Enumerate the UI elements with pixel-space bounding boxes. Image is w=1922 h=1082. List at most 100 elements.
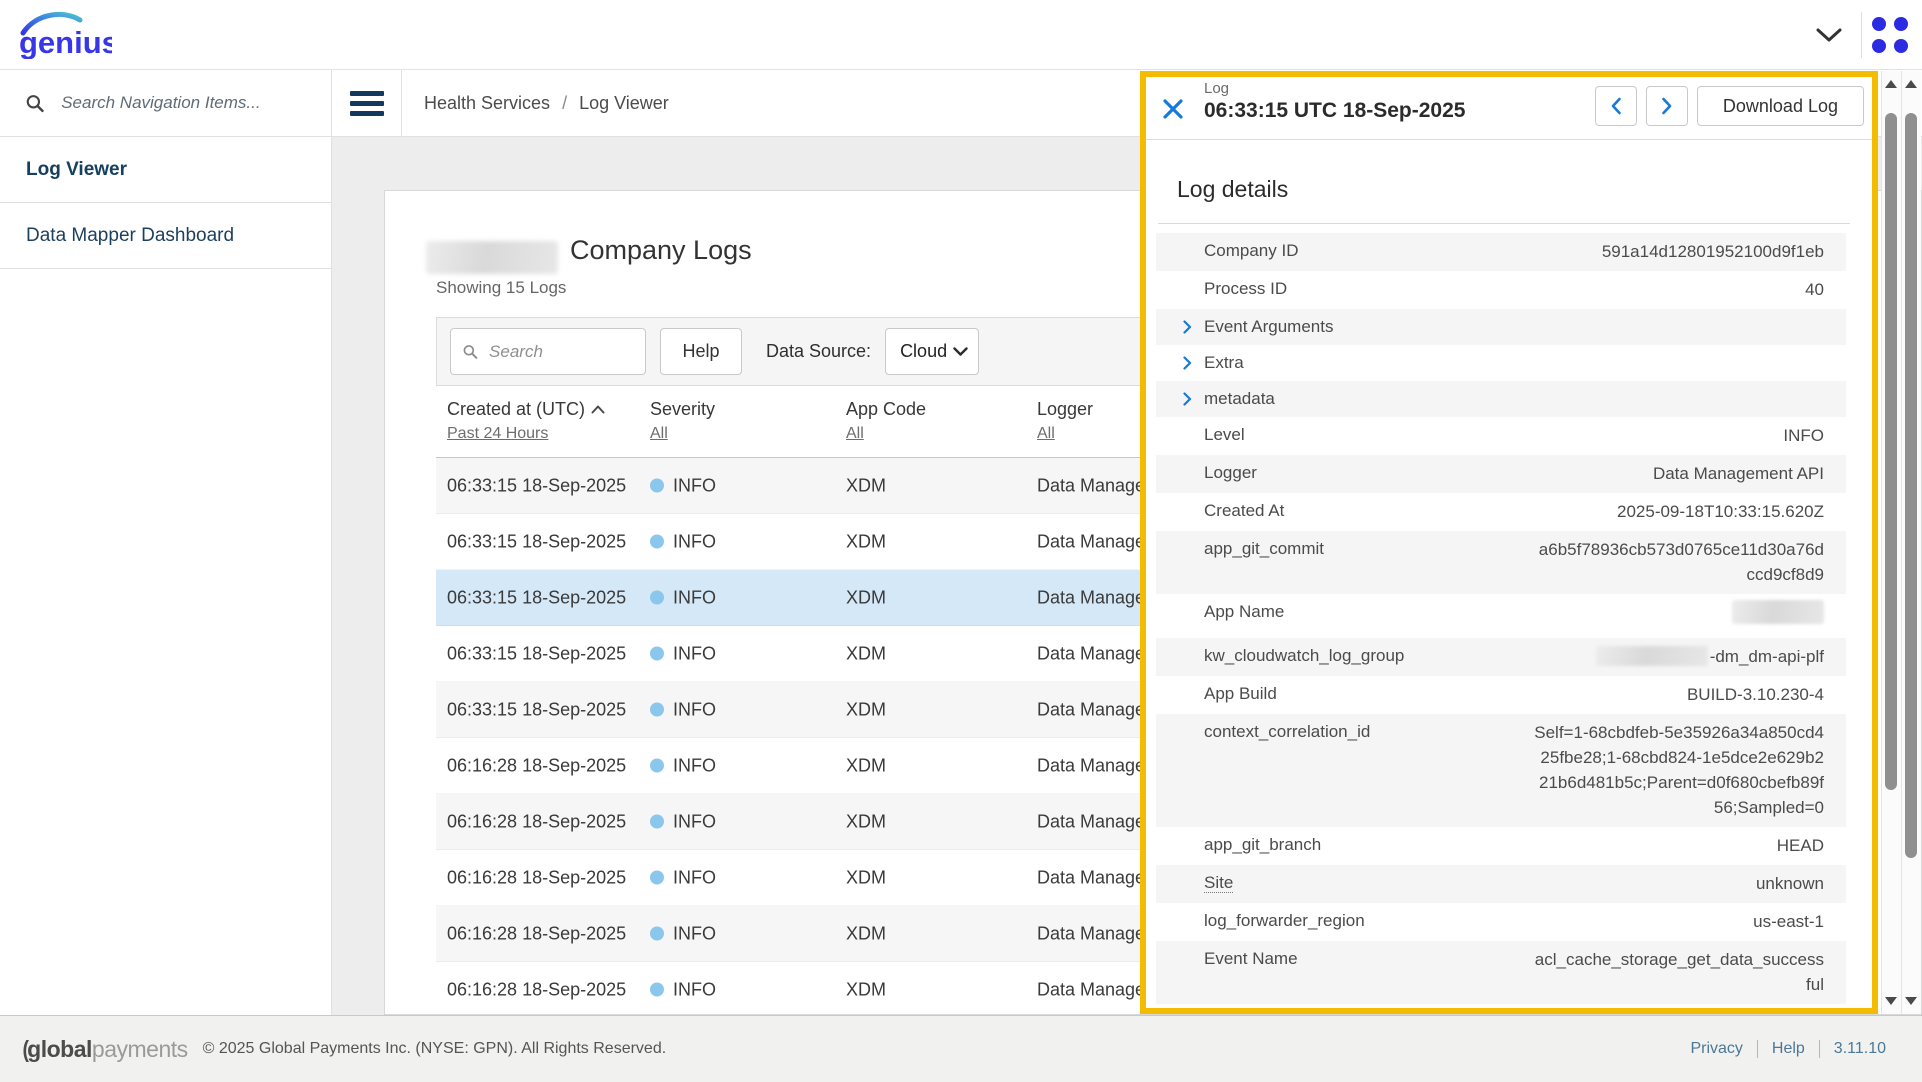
search-icon bbox=[26, 93, 44, 114]
log-details-heading: Log details bbox=[1177, 176, 1288, 203]
panel-title: 06:33:15 UTC 18-Sep-2025 bbox=[1204, 99, 1465, 123]
field-event-message: Event Message acl_cache_storage_get_data… bbox=[1156, 1004, 1846, 1014]
chevron-right-icon bbox=[1661, 97, 1673, 115]
severity-info-dot bbox=[650, 815, 664, 829]
sidebar-item-log-viewer[interactable]: Log Viewer bbox=[0, 137, 331, 203]
scroll-down-arrow-icon[interactable] bbox=[1885, 997, 1897, 1005]
severity-info-dot bbox=[650, 535, 664, 549]
breadcrumb-log-viewer: Log Viewer bbox=[579, 93, 669, 114]
nav-search-input[interactable] bbox=[59, 92, 305, 114]
field-context-correlation-id: context_correlation_id Self=1-68cbdfeb-5… bbox=[1156, 714, 1846, 827]
footer-links: Privacy Help 3.11.10 bbox=[1676, 1040, 1900, 1058]
severity-info-dot bbox=[650, 479, 664, 493]
download-log-button[interactable]: Download Log bbox=[1697, 86, 1864, 126]
help-link[interactable]: Help bbox=[1757, 1040, 1819, 1058]
site-tooltip-label[interactable]: Site bbox=[1204, 873, 1233, 893]
filter-logger[interactable]: All bbox=[1037, 425, 1055, 443]
data-source-value: Cloud bbox=[900, 341, 947, 362]
panel-title-block: Log 06:33:15 UTC 18-Sep-2025 bbox=[1204, 80, 1465, 123]
column-logger: Logger All bbox=[1037, 399, 1093, 443]
chevron-down-icon bbox=[1815, 27, 1843, 43]
scroll-down-arrow-icon[interactable] bbox=[1905, 997, 1917, 1005]
top-bar: genius bbox=[0, 0, 1922, 70]
scrollbar-thumb[interactable] bbox=[1885, 113, 1897, 790]
data-source-select[interactable]: Cloud bbox=[885, 328, 979, 375]
topbar-actions bbox=[1807, 0, 1908, 70]
logs-search-input[interactable] bbox=[487, 341, 633, 363]
log-detail-fields: Company ID 591a14d12801952100d9f1eb Proc… bbox=[1156, 233, 1846, 1014]
section-divider bbox=[1158, 223, 1850, 224]
footer: ( global payments © 2025 Global Payments… bbox=[0, 1015, 1922, 1082]
panel-eyebrow: Log bbox=[1204, 80, 1465, 97]
scrollbar-thumb[interactable] bbox=[1905, 113, 1917, 858]
data-source-label: Data Source: bbox=[766, 341, 871, 362]
field-process-id: Process ID 40 bbox=[1156, 271, 1846, 309]
scroll-up-arrow-icon[interactable] bbox=[1905, 80, 1917, 88]
severity-info-dot bbox=[650, 871, 664, 885]
panel-actions: Download Log bbox=[1595, 86, 1864, 126]
sidebar-item-data-mapper-dashboard[interactable]: Data Mapper Dashboard bbox=[0, 203, 331, 269]
redacted-app-name bbox=[1732, 600, 1824, 624]
chevron-right-icon bbox=[1183, 320, 1192, 339]
panel-header: Log 06:33:15 UTC 18-Sep-2025 Download Lo… bbox=[1146, 77, 1872, 140]
app-launcher-icon[interactable] bbox=[1872, 17, 1908, 53]
close-icon bbox=[1162, 98, 1184, 120]
previous-log-button[interactable] bbox=[1595, 86, 1637, 126]
logs-count-label: Showing 15 Logs bbox=[436, 278, 566, 298]
sidebar-search bbox=[0, 70, 331, 137]
field-app-build: App Build BUILD-3.10.230-4 bbox=[1156, 676, 1846, 714]
close-panel-button[interactable] bbox=[1160, 96, 1186, 122]
scroll-up-arrow-icon[interactable] bbox=[1885, 80, 1897, 88]
breadcrumb-separator: / bbox=[562, 93, 567, 114]
account-menu-button[interactable] bbox=[1807, 13, 1851, 57]
panel-scrollbar[interactable] bbox=[1881, 71, 1901, 1014]
severity-info-dot bbox=[650, 927, 664, 941]
column-created-at: Created at (UTC) Past 24 Hours bbox=[447, 399, 605, 443]
next-log-button[interactable] bbox=[1646, 86, 1688, 126]
logo-mark: ( bbox=[23, 1036, 29, 1063]
page-scrollbar[interactable] bbox=[1901, 71, 1921, 1014]
severity-info-dot bbox=[650, 983, 664, 997]
sidebar-item-label: Log Viewer bbox=[26, 159, 127, 181]
expand-event-arguments[interactable]: Event Arguments bbox=[1156, 309, 1846, 345]
breadcrumb: Health Services / Log Viewer bbox=[402, 70, 669, 136]
field-app-name: App Name bbox=[1156, 594, 1846, 638]
column-severity: Severity All bbox=[650, 399, 715, 443]
copyright-text: © 2025 Global Payments Inc. (NYSE: GPN).… bbox=[203, 1040, 667, 1058]
field-app-git-commit: app_git_commit a6b5f78936cb573d0765ce11d… bbox=[1156, 531, 1846, 594]
chevron-right-icon bbox=[1183, 392, 1192, 411]
topbar-divider bbox=[1861, 12, 1862, 58]
page-title: Company Logs bbox=[570, 235, 752, 266]
breadcrumb-health-services[interactable]: Health Services bbox=[424, 93, 550, 114]
column-app-code: App Code All bbox=[846, 399, 926, 443]
chevron-down-icon bbox=[953, 347, 968, 356]
logs-search-box bbox=[450, 328, 646, 375]
log-detail-panel: Log 06:33:15 UTC 18-Sep-2025 Download Lo… bbox=[1140, 71, 1878, 1014]
version-label: 3.11.10 bbox=[1819, 1040, 1900, 1058]
chevron-right-icon bbox=[1183, 356, 1192, 375]
field-company-id: Company ID 591a14d12801952100d9f1eb bbox=[1156, 233, 1846, 271]
field-app-git-branch: app_git_branch HEAD bbox=[1156, 827, 1846, 865]
field-event-name: Event Name acl_cache_storage_get_data_su… bbox=[1156, 941, 1846, 1004]
filter-severity[interactable]: All bbox=[650, 425, 668, 443]
global-payments-logo: ( global payments bbox=[22, 1036, 188, 1063]
sort-created-at[interactable]: Created at (UTC) bbox=[447, 399, 605, 420]
hamburger-icon bbox=[350, 86, 384, 121]
sidebar: Log Viewer Data Mapper Dashboard bbox=[0, 70, 332, 1015]
filter-created-at[interactable]: Past 24 Hours bbox=[447, 425, 548, 443]
field-logger: Logger Data Management API bbox=[1156, 455, 1846, 493]
field-log-forwarder-region: log_forwarder_region us-east-1 bbox=[1156, 903, 1846, 941]
svg-text:genius: genius bbox=[19, 25, 112, 59]
redacted-log-group-prefix bbox=[1596, 646, 1708, 666]
expand-metadata[interactable]: metadata bbox=[1156, 381, 1846, 417]
sort-ascending-icon bbox=[591, 405, 605, 414]
expand-extra[interactable]: Extra bbox=[1156, 345, 1846, 381]
filter-app-code[interactable]: All bbox=[846, 425, 864, 443]
help-button[interactable]: Help bbox=[660, 328, 742, 375]
privacy-link[interactable]: Privacy bbox=[1676, 1040, 1756, 1058]
genius-logo[interactable]: genius bbox=[16, 9, 112, 64]
severity-info-dot bbox=[650, 703, 664, 717]
menu-toggle-button[interactable] bbox=[332, 70, 402, 136]
field-created-at: Created At 2025-09-18T10:33:15.620Z bbox=[1156, 493, 1846, 531]
severity-info-dot bbox=[650, 647, 664, 661]
